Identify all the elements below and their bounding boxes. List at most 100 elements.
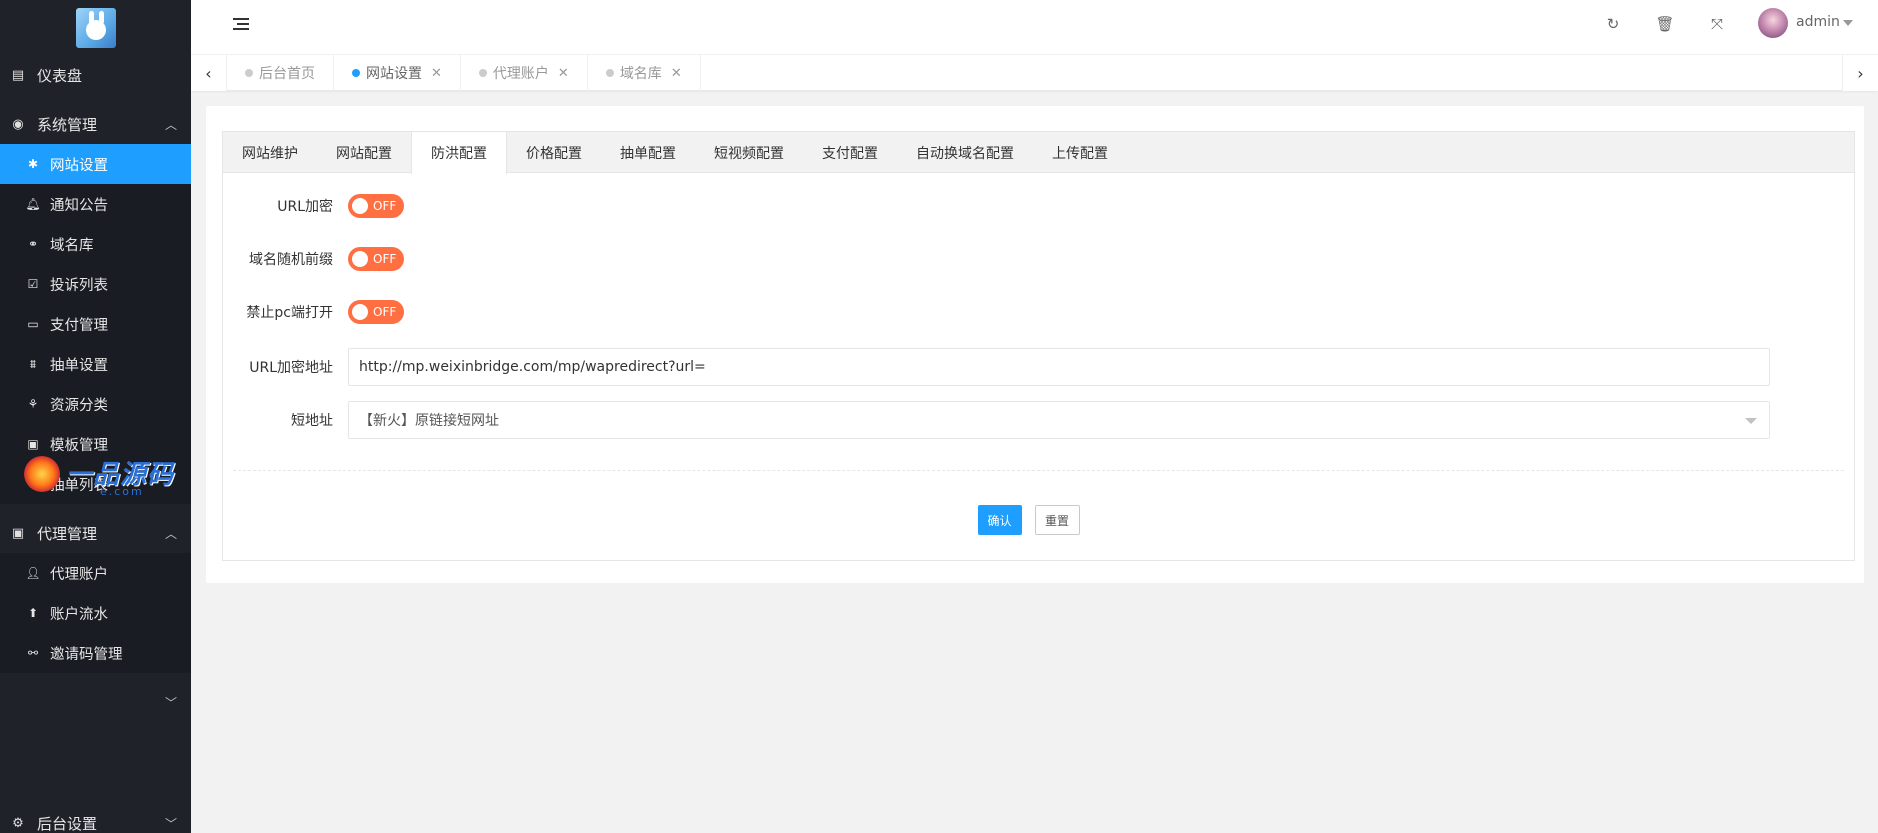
sidebar-item-payment[interactable]: ▭ 支付管理 (0, 304, 191, 344)
form-actions: 确认 重置 (223, 505, 1854, 535)
tab-payment-config[interactable]: 支付配置 (803, 132, 897, 173)
settings-tabs: 网站维护 网站配置 防洪配置 价格配置 抽单配置 短视频配置 支付配置 自动换域… (223, 132, 1854, 174)
link-icon: ⚭ (27, 237, 39, 251)
switch-text: OFF (373, 305, 397, 319)
sidebar-item-dashboard[interactable]: ▤ 仪表盘 (0, 55, 191, 95)
confirm-button[interactable]: 确认 (977, 505, 1022, 535)
sidebar-item-label: 邀请码管理 (50, 646, 123, 663)
sidebar-item-label: 后台设置 (37, 814, 98, 833)
url-encrypt-addr-label: URL加密地址 (249, 360, 333, 376)
plant-icon: ⚘ (27, 397, 39, 411)
random-prefix-switch[interactable]: OFF (348, 247, 404, 271)
short-url-row: 短地址 【新火】原链接短网址 (223, 401, 1854, 439)
close-icon[interactable]: ✕ (671, 66, 682, 81)
tab-draw-config[interactable]: 抽单配置 (601, 132, 695, 173)
check-square-icon: ☑ (27, 277, 39, 291)
chevron-up-icon: ︿ (164, 526, 177, 541)
sidebar-item-resource-categories[interactable]: ⚘ 资源分类 (0, 384, 191, 424)
tab-auto-domain-config[interactable]: 自动换域名配置 (897, 132, 1033, 173)
url-encrypt-label: URL加密 (277, 199, 333, 215)
sidebar-item-system[interactable]: ◉ 系统管理 ︿ (0, 104, 191, 144)
system-submenu: ✱ 网站设置 🔔︎ 通知公告 ⚭ 域名库 ☑ 投诉列表 ▭ 支付管理 ⩩ 抽单设… (0, 144, 191, 504)
circle-dot-icon: ◉ (12, 116, 24, 132)
avatar[interactable] (1758, 8, 1788, 38)
block-pc-row: 禁止pc端打开 OFF (223, 300, 1854, 324)
tab-anti-block-config[interactable]: 防洪配置 (411, 132, 507, 174)
tab-short-video-config[interactable]: 短视频配置 (695, 132, 803, 173)
page-tab-site-settings[interactable]: 网站设置 ✕ (334, 55, 461, 91)
sidebar-item-label: 仪表盘 (37, 66, 83, 85)
page-tab-label: 后台首页 (259, 66, 315, 82)
url-encrypt-row: URL加密 OFF (223, 194, 1854, 218)
contact-book-icon: ▣ (11, 525, 25, 541)
top-header: ↻ 🗑︎ ⤧ admin (191, 0, 1878, 55)
refresh-icon[interactable]: ↻ (1603, 14, 1623, 34)
sidebar-item-collapsed-group[interactable]: ﹀ (0, 682, 191, 722)
sidebar-item-draw-list[interactable]: ☝ 抽单列表 (0, 464, 191, 504)
sidebar-item-account-flow[interactable]: ⬆ 账户流水 (0, 593, 191, 633)
sidebar-item-label: 模板管理 (50, 437, 108, 454)
sidebar-item-notices[interactable]: 🔔︎ 通知公告 (0, 184, 191, 224)
page-tab-label: 网站设置 (366, 66, 422, 82)
sidebar-item-label: 抽单设置 (50, 357, 108, 374)
short-url-selected: 【新火】原链接短网址 (359, 413, 499, 429)
tabs-prev-button[interactable]: ‹ (191, 55, 227, 91)
sidebar-item-label: 账户流水 (50, 606, 108, 623)
url-encrypt-addr-row: URL加密地址 http://mp.weixinbridge.com/mp/wa… (223, 348, 1854, 386)
agent-submenu: 👤︎ 代理账户 ⬆ 账户流水 ⚯ 邀请码管理 (0, 553, 191, 673)
close-icon[interactable]: ✕ (558, 66, 569, 81)
url-encrypt-addr-input[interactable]: http://mp.weixinbridge.com/mp/wapredirec… (348, 348, 1770, 386)
close-icon[interactable]: ✕ (431, 66, 442, 81)
sidebar-item-label: 域名库 (50, 237, 94, 254)
block-pc-switch[interactable]: OFF (348, 300, 404, 324)
sidebar-item-site-settings[interactable]: ✱ 网站设置 (0, 144, 191, 184)
sidebar-item-label: 网站设置 (50, 157, 108, 174)
sidebar-item-domains[interactable]: ⚭ 域名库 (0, 224, 191, 264)
form-divider (233, 470, 1844, 471)
random-prefix-label: 域名随机前缀 (249, 252, 333, 268)
sidebar-item-label: 资源分类 (50, 397, 108, 414)
url-encrypt-switch[interactable]: OFF (348, 194, 404, 218)
chevron-down-icon: ﹀ (164, 816, 177, 831)
short-url-select[interactable]: 【新火】原链接短网址 (348, 401, 1770, 439)
fullscreen-icon[interactable]: ⤧ (1707, 14, 1727, 34)
sidebar-item-complaints[interactable]: ☑ 投诉列表 (0, 264, 191, 304)
tab-dot-icon (605, 69, 614, 77)
main-card: 网站维护 网站配置 防洪配置 价格配置 抽单配置 短视频配置 支付配置 自动换域… (206, 106, 1864, 583)
sidebar-item-templates[interactable]: ▣ 模板管理 (0, 424, 191, 464)
sidebar-item-admin-settings[interactable]: ⚙ 后台设置 ﹀ (0, 803, 191, 833)
bell-icon: 🔔︎ (25, 197, 41, 211)
page-tab-agent-accounts[interactable]: 代理账户 ✕ (461, 55, 588, 91)
sidebar-item-invite-codes[interactable]: ⚯ 邀请码管理 (0, 633, 191, 673)
sidebar-item-agent-accounts[interactable]: 👤︎ 代理账户 (0, 553, 191, 593)
page-tab-domains[interactable]: 域名库 ✕ (588, 55, 701, 91)
page-tab-label: 域名库 (619, 66, 662, 82)
bank-icon: ⩩ (29, 356, 37, 371)
sidebar-item-agents[interactable]: ▣ 代理管理 ︿ (0, 513, 191, 553)
chevron-up-icon: ︿ (164, 117, 177, 132)
sidebar-item-draw-settings[interactable]: ⩩ 抽单设置 (0, 344, 191, 384)
user-name[interactable]: admin (1796, 14, 1840, 30)
caret-down-icon[interactable] (1843, 20, 1853, 26)
switch-knob (352, 251, 368, 267)
sidebar-item-label: 代理管理 (37, 524, 98, 543)
block-pc-label: 禁止pc端打开 (246, 305, 333, 321)
tab-site-config[interactable]: 网站配置 (317, 132, 411, 173)
logo[interactable] (0, 0, 191, 55)
tabs-next-button[interactable]: › (1842, 55, 1878, 91)
sidebar: ▤ 仪表盘 ◉ 系统管理 ︿ ✱ 网站设置 🔔︎ 通知公告 ⚭ 域名库 ☑ 投诉… (0, 0, 191, 833)
short-url-label: 短地址 (291, 413, 333, 429)
menu-toggle-icon[interactable] (233, 18, 249, 32)
switch-knob (352, 304, 368, 320)
page-tab-home[interactable]: 后台首页 (227, 55, 334, 91)
tab-upload-config[interactable]: 上传配置 (1033, 132, 1127, 173)
tab-price-config[interactable]: 价格配置 (507, 132, 601, 173)
tab-dot-icon (478, 69, 487, 77)
page-tab-label: 代理账户 (492, 66, 549, 82)
tab-site-maintenance[interactable]: 网站维护 (223, 132, 317, 173)
random-prefix-row: 域名随机前缀 OFF (223, 247, 1854, 271)
hand-icon: ☝ (29, 477, 37, 491)
trash-icon[interactable]: 🗑︎ (1655, 14, 1675, 34)
reset-button[interactable]: 重置 (1034, 505, 1080, 535)
switch-text: OFF (373, 252, 397, 266)
